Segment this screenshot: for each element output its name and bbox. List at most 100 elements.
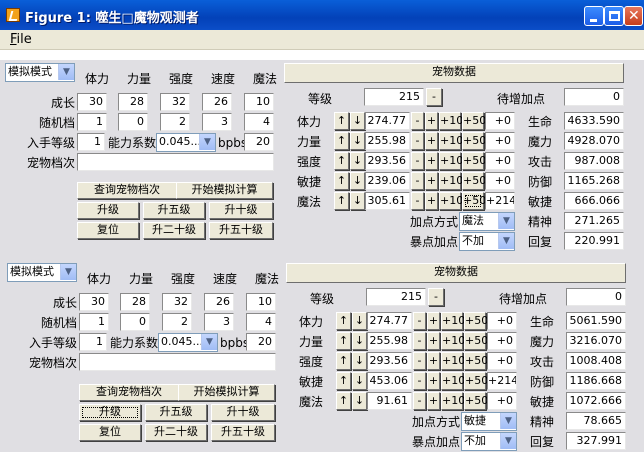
pending-points-field[interactable]: 0 [564,88,624,106]
addpoint-mode-select[interactable]: 敏捷 ▼ [461,412,517,431]
level-up-5-button[interactable]: 升五级 [143,202,205,219]
attr-plus-button[interactable]: + [425,192,438,210]
derived-stat-field[interactable]: 1072.666 [566,392,626,410]
attr-bonus-field[interactable]: +0 [485,112,515,130]
level-minus-button[interactable]: - [426,88,442,106]
minimize-button[interactable] [584,6,604,26]
random-field[interactable]: 0 [120,313,150,331]
attr-down-arrow-icon[interactable]: ↓ [352,372,367,390]
derived-stat-field[interactable]: 271.265 [564,212,624,230]
level-field[interactable]: 215 [366,288,426,306]
random-field[interactable]: 4 [244,113,274,131]
maximize-button[interactable] [604,6,624,26]
attr-value-field[interactable]: 255.98 [365,132,410,150]
menu-file[interactable]: File [10,32,32,47]
attr-value-field[interactable]: 305.61 [365,192,410,210]
attr-down-arrow-icon[interactable]: ↓ [352,332,367,350]
close-button[interactable]: ✕ [624,6,643,26]
attr-plus-button[interactable]: + [427,392,440,410]
level-up-button[interactable]: 升级 [79,404,141,421]
attr-value-field[interactable]: 293.56 [367,352,412,370]
attr-plus50-button[interactable]: +50 [462,112,486,130]
attr-bonus-field[interactable]: +0 [485,152,515,170]
attr-plus-button[interactable]: + [427,352,440,370]
attr-value-field[interactable]: 255.98 [367,332,412,350]
attr-up-arrow-icon[interactable]: ↑ [334,152,349,170]
level-minus-button[interactable]: - [428,288,444,306]
attr-minus-button[interactable]: - [411,112,424,130]
pet-file-field[interactable] [77,153,274,171]
ability-coef-select[interactable]: 0.045... ▼ [158,333,218,352]
attr-up-arrow-icon[interactable]: ↑ [336,392,351,410]
attr-plus-button[interactable]: + [425,172,438,190]
attr-value-field[interactable]: 91.61 [367,392,412,410]
attr-plus50-button[interactable]: +50 [464,352,488,370]
attr-plus-button[interactable]: + [427,312,440,330]
attr-value-field[interactable]: 274.77 [365,112,410,130]
growth-field[interactable]: 30 [79,293,109,311]
attr-bonus-field[interactable]: +0 [487,312,517,330]
derived-stat-field[interactable]: 666.066 [564,192,624,210]
random-field[interactable]: 2 [162,313,192,331]
derived-stat-field[interactable]: 78.665 [566,412,626,430]
attr-minus-button[interactable]: - [413,352,426,370]
addpoint-mode-select[interactable]: 魔法 ▼ [459,212,515,231]
random-field[interactable]: 3 [202,113,232,131]
random-field[interactable]: 2 [160,113,190,131]
attr-minus-button[interactable]: - [411,172,424,190]
attr-value-field[interactable]: 239.06 [365,172,410,190]
attr-down-arrow-icon[interactable]: ↓ [350,192,365,210]
level-up-20-button[interactable]: 升二十级 [143,222,205,239]
attr-bonus-field[interactable]: +0 [487,352,517,370]
attr-up-arrow-icon[interactable]: ↑ [336,372,351,390]
attr-plus10-button[interactable]: +10 [439,152,463,170]
level-up-50-button[interactable]: 升五十级 [211,424,275,441]
attr-plus10-button[interactable]: +10 [439,172,463,190]
attr-plus10-button[interactable]: +10 [441,372,465,390]
attr-down-arrow-icon[interactable]: ↓ [352,312,367,330]
derived-stat-field[interactable]: 3216.070 [566,332,626,350]
start-simulation-button[interactable]: 开始模拟计算 [176,182,273,199]
random-field[interactable]: 3 [204,313,234,331]
attr-plus10-button[interactable]: +10 [439,112,463,130]
attr-down-arrow-icon[interactable]: ↓ [352,352,367,370]
growth-field[interactable]: 26 [202,93,232,111]
attr-up-arrow-icon[interactable]: ↑ [334,132,349,150]
derived-stat-field[interactable]: 220.991 [564,232,624,250]
join-level-field[interactable]: 1 [77,133,105,151]
attr-bonus-field[interactable]: +214 [487,372,517,390]
attr-plus-button[interactable]: + [427,332,440,350]
attr-minus-button[interactable]: - [413,372,426,390]
random-field[interactable]: 1 [77,113,107,131]
attr-up-arrow-icon[interactable]: ↑ [336,352,351,370]
random-field[interactable]: 4 [246,313,276,331]
growth-field[interactable]: 10 [244,93,274,111]
attr-up-arrow-icon[interactable]: ↑ [336,332,351,350]
level-up-button[interactable]: 升级 [77,202,139,219]
ability-coef-select[interactable]: 0.045... ▼ [156,133,216,152]
query-pet-file-button[interactable]: 查询宠物档次 [77,182,177,199]
attr-plus10-button[interactable]: +10 [439,192,463,210]
query-pet-file-button[interactable]: 查询宠物档次 [79,384,179,401]
pet-file-field[interactable] [79,353,276,371]
bpbs-field[interactable]: 20 [244,133,274,151]
derived-stat-field[interactable]: 987.008 [564,152,624,170]
burst-select[interactable]: 不加 ▼ [459,232,515,251]
attr-up-arrow-icon[interactable]: ↑ [334,112,349,130]
attr-value-field[interactable]: 274.77 [367,312,412,330]
attr-down-arrow-icon[interactable]: ↓ [350,132,365,150]
attr-minus-button[interactable]: - [413,312,426,330]
attr-plus10-button[interactable]: +10 [441,352,465,370]
attr-plus10-button[interactable]: +10 [439,132,463,150]
attr-plus50-button[interactable]: +50 [464,332,488,350]
growth-field[interactable]: 10 [246,293,276,311]
growth-field[interactable]: 26 [204,293,234,311]
attr-down-arrow-icon[interactable]: ↓ [350,112,365,130]
attr-up-arrow-icon[interactable]: ↑ [334,192,349,210]
join-level-field[interactable]: 1 [79,333,107,351]
attr-down-arrow-icon[interactable]: ↓ [350,152,365,170]
level-field[interactable]: 215 [364,88,424,106]
level-up-50-button[interactable]: 升五十级 [209,222,273,239]
attr-plus50-button[interactable]: +50 [462,152,486,170]
attr-plus50-button[interactable]: +50 [464,392,488,410]
